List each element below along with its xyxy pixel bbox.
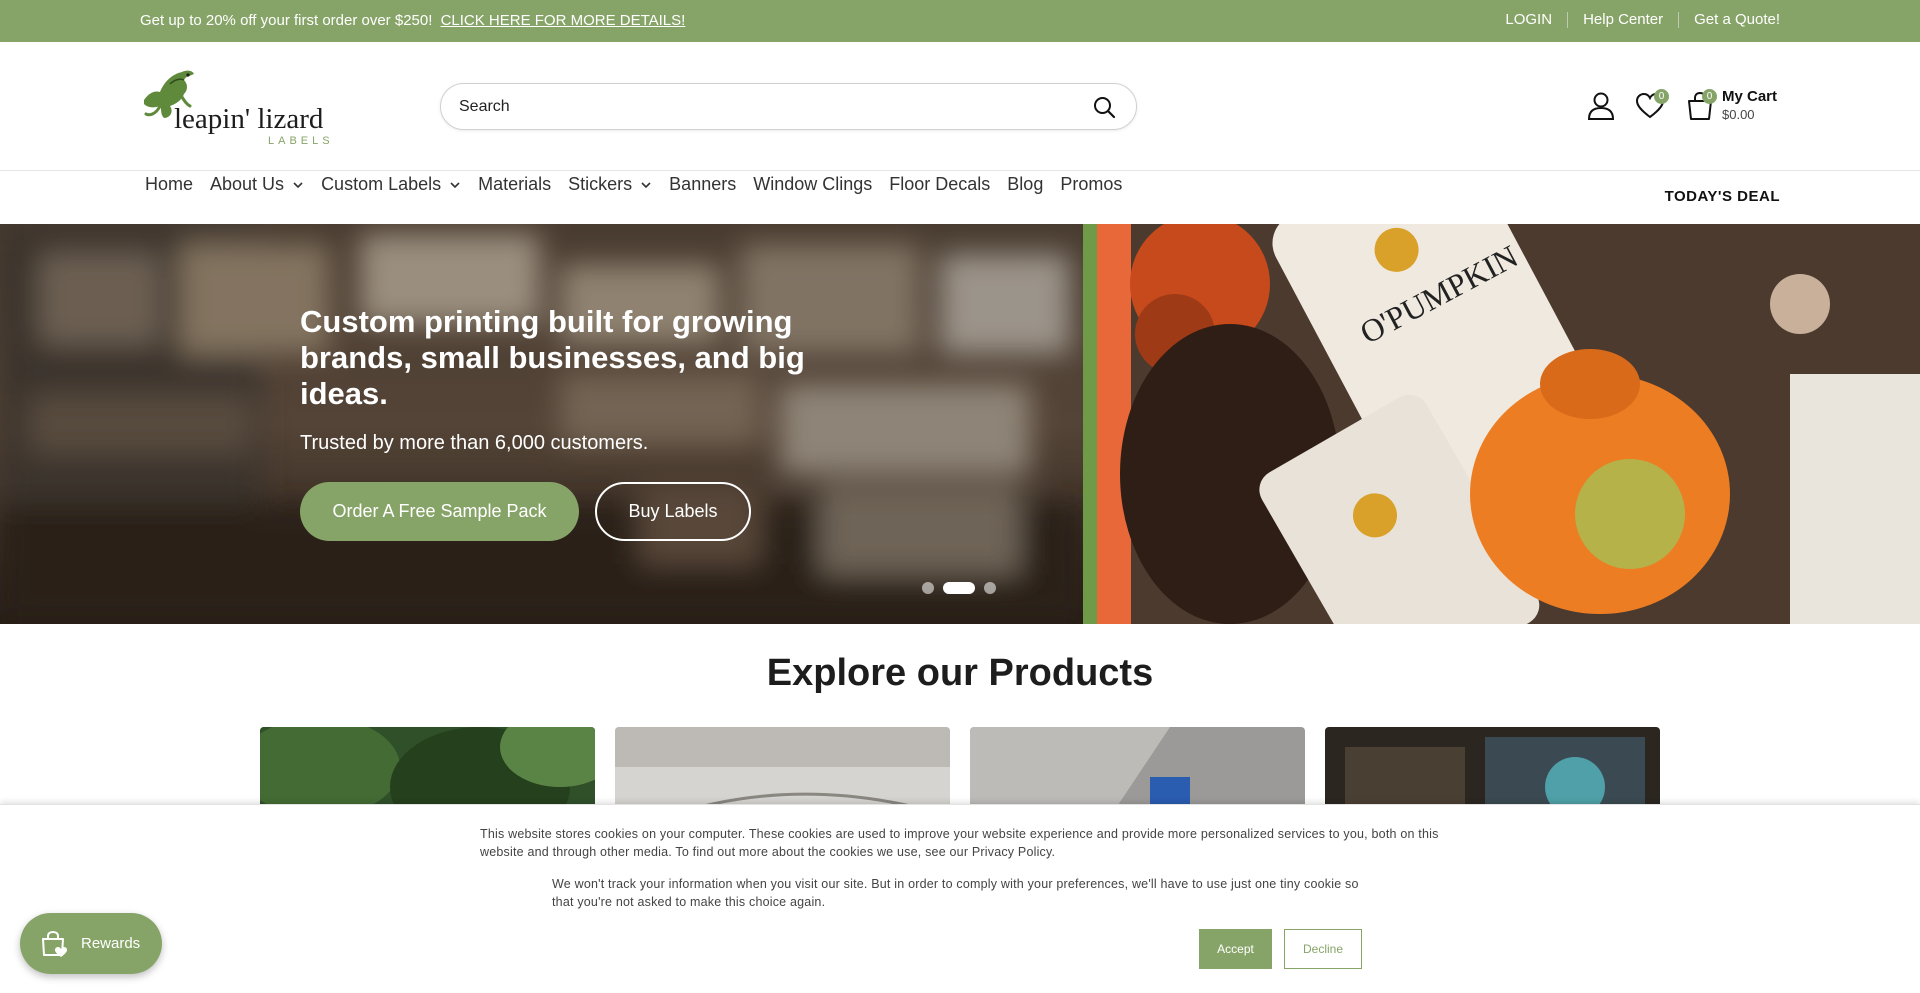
rewards-label: Rewards xyxy=(81,935,141,952)
announcement-bar: Get up to 20% off your first order over … xyxy=(0,0,1920,42)
hero-headline: Custom printing built for growing brands… xyxy=(300,304,805,411)
rewards-launcher-button[interactable]: Rewards xyxy=(20,913,162,974)
nav-label: Stickers xyxy=(568,174,633,194)
wishlist-count-badge: 0 xyxy=(1654,89,1669,104)
chevron-down-icon xyxy=(293,181,303,188)
hero-background-image: O'PUMPKIN xyxy=(0,224,1920,624)
chevron-down-icon xyxy=(450,181,460,188)
order-sample-pack-button[interactable]: Order A Free Sample Pack xyxy=(300,482,579,541)
nav-label: Promos xyxy=(1060,174,1123,194)
site-header: leapin' lizard LABELS 0 0 My Cart $0.00 xyxy=(0,42,1920,171)
nav-item-banners[interactable]: Banners xyxy=(669,174,736,195)
nav-item-materials[interactable]: Materials xyxy=(478,174,551,195)
buy-labels-button[interactable]: Buy Labels xyxy=(595,482,751,541)
nav-item-floor-decals[interactable]: Floor Decals xyxy=(889,174,990,195)
nav-item-home[interactable]: Home xyxy=(145,174,193,195)
nav-item-about-us[interactable]: About Us xyxy=(210,174,304,195)
get-quote-link[interactable]: Get a Quote! xyxy=(1678,12,1780,28)
cart-label: My Cart xyxy=(1722,88,1778,105)
cookie-preference-text: We won't track your information when you… xyxy=(552,877,1359,909)
nav-item-promos[interactable]: Promos xyxy=(1060,174,1122,195)
main-navigation: Home About Us Custom Labels Materials St… xyxy=(0,171,1920,224)
rewards-bag-icon xyxy=(42,930,67,957)
slide-dot-1[interactable] xyxy=(922,582,934,594)
products-section-title: Explore our Products xyxy=(766,652,1154,694)
help-center-link[interactable]: Help Center xyxy=(1567,12,1678,28)
nav-item-stickers[interactable]: Stickers xyxy=(568,174,652,195)
login-link[interactable]: LOGIN xyxy=(1490,12,1567,28)
nav-item-custom-labels[interactable]: Custom Labels xyxy=(321,174,461,195)
nav-label: Floor Decals xyxy=(889,174,991,194)
cart-count-badge: 0 xyxy=(1702,89,1717,104)
cart-summary[interactable]: My Cart $0.00 xyxy=(1722,88,1777,122)
promo-text: Get up to 20% off your first order over … xyxy=(140,12,433,29)
decline-cookies-button[interactable]: Decline xyxy=(1284,929,1362,969)
cookie-consent-banner: This website stores cookies on your comp… xyxy=(0,804,1920,993)
nav-label: Home xyxy=(145,174,194,194)
logo-wordmark: leapin' lizard xyxy=(174,103,324,135)
nav-label: Blog xyxy=(1007,174,1044,194)
slide-dot-2-active[interactable] xyxy=(943,582,975,594)
slider-pagination xyxy=(922,582,1005,594)
nav-label: Window Clings xyxy=(753,174,873,194)
hero-subtext: Trusted by more than 6,000 customers. xyxy=(300,432,649,454)
search-icon[interactable] xyxy=(1092,95,1116,119)
utility-links: LOGIN Help Center Get a Quote! xyxy=(1490,12,1780,28)
search-bar xyxy=(440,83,1137,130)
todays-deal-link[interactable]: TODAY'S DEAL xyxy=(1665,188,1780,205)
nav-label: Custom Labels xyxy=(321,174,442,194)
nav-label: About Us xyxy=(210,174,285,194)
search-input[interactable] xyxy=(459,96,1059,118)
nav-item-window-clings[interactable]: Window Clings xyxy=(753,174,872,195)
lizard-logo-icon: leapin' lizard LABELS xyxy=(144,70,334,147)
slide-dot-3[interactable] xyxy=(984,582,996,594)
nav-label: Banners xyxy=(669,174,737,194)
cookie-notice-text: This website stores cookies on your comp… xyxy=(480,827,1439,859)
hero-slider: O'PUMPKIN Custom printing built for grow… xyxy=(0,224,1920,624)
site-logo[interactable]: leapin' lizard LABELS xyxy=(140,64,340,147)
accept-cookies-button[interactable]: Accept xyxy=(1199,929,1272,969)
user-icon[interactable] xyxy=(1585,90,1617,122)
nav-label: Materials xyxy=(478,174,552,194)
chevron-down-icon xyxy=(641,181,651,188)
promo-message: Get up to 20% off your first order over … xyxy=(140,12,685,29)
promo-details-link[interactable]: CLICK HERE FOR MORE DETAILS! xyxy=(441,12,686,29)
nav-item-blog[interactable]: Blog xyxy=(1007,174,1043,195)
cart-total: $0.00 xyxy=(1722,107,1755,122)
logo-subtitle: LABELS xyxy=(268,135,334,146)
